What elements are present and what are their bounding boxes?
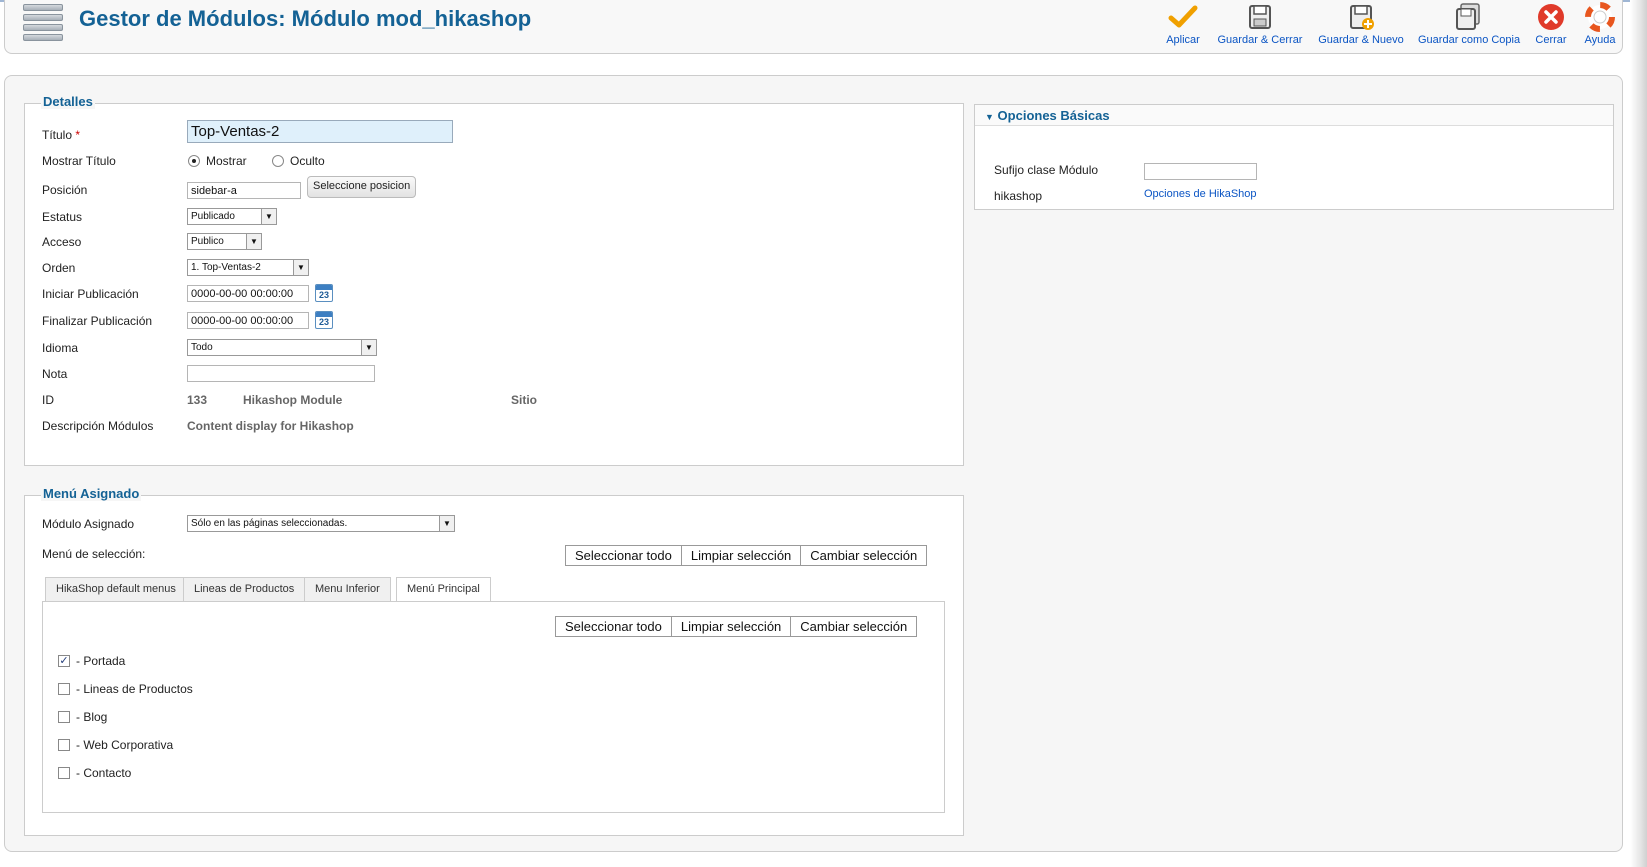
estatus-select[interactable]: Publicado ▼	[187, 208, 277, 225]
menu-tab-content: Seleccionar todo Limpiar selección Cambi…	[42, 601, 945, 813]
estatus-label: Estatus	[42, 210, 83, 224]
tab-selection-buttons: Seleccionar todo Limpiar selección Cambi…	[555, 616, 918, 637]
menu-assignment-fieldset: Menú Asignado Módulo Asignado Sólo en la…	[24, 486, 964, 836]
modulo-asignado-select[interactable]: Sólo en las páginas seleccionadas. ▼	[187, 515, 455, 532]
finalizar-label: Finalizar Publicación	[42, 314, 153, 328]
menu-seleccion-label: Menú de selección:	[42, 547, 146, 561]
close-button[interactable]: Cerrar	[1531, 2, 1571, 46]
save-close-button[interactable]: Guardar & Cerrar	[1217, 2, 1303, 46]
oculto-radio[interactable]	[272, 155, 284, 167]
save-icon	[1249, 5, 1271, 29]
apply-button[interactable]: Aplicar	[1163, 2, 1203, 46]
module-name: Hikashop Module	[243, 393, 343, 407]
nota-label: Nota	[42, 367, 68, 381]
main-content: Detalles Título * Top-Ventas-2 Mostrar T…	[4, 75, 1623, 852]
menu-tabs: HikaShop default menus Lineas de Product…	[42, 577, 945, 603]
tab-menu-principal[interactable]: Menú Principal	[396, 577, 491, 602]
required-marker: *	[75, 128, 81, 142]
client-site: Sitio	[511, 393, 537, 407]
calendar-icon[interactable]: 23	[315, 311, 333, 329]
triangle-down-icon: ▼	[985, 112, 994, 122]
acceso-select[interactable]: Publico ▼	[187, 233, 262, 250]
toggle-selection-button[interactable]: Cambiar selección	[800, 545, 928, 566]
mostrar-option-label: Mostrar	[206, 154, 247, 168]
basic-options-title: Opciones Básicas	[997, 108, 1110, 123]
close-label: Cerrar	[1535, 34, 1567, 46]
details-fieldset: Detalles Título * Top-Ventas-2 Mostrar T…	[24, 94, 964, 466]
menu-selection-buttons: Seleccionar todo Limpiar selección Cambi…	[565, 545, 928, 566]
tab-menu-inferior[interactable]: Menu Inferior	[304, 577, 391, 601]
id-label: ID	[42, 393, 54, 407]
mostrar-titulo-label: Mostrar Título	[42, 154, 116, 168]
oculto-option-label: Oculto	[290, 154, 325, 168]
apply-label: Aplicar	[1166, 34, 1200, 46]
save-close-label: Guardar & Cerrar	[1217, 34, 1303, 46]
descripcion-label: Descripción Módulos	[42, 419, 154, 433]
module-manager-icon	[23, 4, 63, 42]
save-copy-button[interactable]: Guardar como Copia	[1418, 2, 1521, 46]
close-icon	[1538, 4, 1564, 30]
help-button[interactable]: Ayuda	[1582, 2, 1618, 46]
menu-item-label: - Contacto	[76, 766, 132, 780]
menu-item-checkbox[interactable]: ✓	[58, 655, 70, 667]
check-icon	[1168, 5, 1198, 28]
tab-toggle-selection-button[interactable]: Cambiar selección	[790, 616, 918, 637]
menu-item-checkbox[interactable]	[58, 711, 70, 723]
save-copy-label: Guardar como Copia	[1418, 34, 1521, 46]
posicion-label: Posición	[42, 183, 88, 197]
menu-item-label: - Portada	[76, 654, 126, 668]
titulo-input[interactable]: Top-Ventas-2	[187, 120, 453, 143]
tab-hikashop-default-menus[interactable]: HikaShop default menus	[45, 577, 187, 601]
basic-options-panel: ▼ Opciones Básicas Sufijo clase Módulo h…	[974, 104, 1614, 210]
idioma-select[interactable]: Todo ▼	[187, 339, 377, 356]
select-position-button[interactable]: Seleccione posicion	[307, 176, 417, 198]
tab-select-all-button[interactable]: Seleccionar todo	[555, 616, 672, 637]
tab-lineas-de-productos[interactable]: Lineas de Productos	[183, 577, 306, 601]
idioma-label: Idioma	[42, 341, 79, 355]
save-copy-icon	[1456, 3, 1480, 30]
help-label: Ayuda	[1584, 34, 1616, 46]
window-edge	[1630, 0, 1647, 867]
finalizar-input[interactable]: 0000-00-00 00:00:00	[187, 312, 309, 329]
nota-input[interactable]	[187, 365, 375, 382]
chevron-down-icon: ▼	[293, 260, 308, 275]
menu-item-label: - Web Corporativa	[76, 738, 174, 752]
orden-label: Orden	[42, 261, 76, 275]
calendar-icon[interactable]: 23	[315, 284, 333, 302]
posicion-input[interactable]: sidebar-a	[187, 182, 301, 199]
sufijo-label: Sufijo clase Módulo	[994, 163, 1099, 177]
chevron-down-icon: ▼	[261, 209, 276, 224]
menu-item-label: - Lineas de Productos	[76, 682, 193, 696]
orden-select[interactable]: 1. Top-Ventas-2 ▼	[187, 259, 309, 276]
sufijo-input[interactable]	[1144, 163, 1257, 180]
help-icon	[1585, 2, 1615, 32]
chevron-down-icon: ▼	[439, 516, 454, 531]
page-title: Gestor de Módulos: Módulo mod_hikashop	[79, 6, 532, 31]
iniciar-input[interactable]: 0000-00-00 00:00:00	[187, 285, 309, 302]
titulo-label: Título *	[42, 128, 81, 142]
hikashop-options-link[interactable]: Opciones de HikaShop	[1144, 188, 1257, 200]
iniciar-label: Iniciar Publicación	[42, 287, 139, 301]
select-all-button[interactable]: Seleccionar todo	[565, 545, 682, 566]
menu-item-label: - Blog	[76, 710, 108, 724]
basic-options-header[interactable]: ▼ Opciones Básicas	[975, 105, 1613, 126]
mostrar-radio[interactable]	[188, 155, 200, 167]
descripcion-value: Content display for Hikashop	[187, 419, 354, 433]
modulo-asignado-label: Módulo Asignado	[42, 517, 135, 531]
menu-item-checkbox[interactable]	[58, 767, 70, 779]
save-new-label: Guardar & Nuevo	[1318, 34, 1404, 46]
save-new-button[interactable]: Guardar & Nuevo	[1318, 2, 1404, 46]
acceso-label: Acceso	[42, 235, 82, 249]
save-new-icon	[1350, 5, 1374, 30]
menu-item-checkbox[interactable]	[58, 739, 70, 751]
hikashop-label: hikashop	[994, 189, 1043, 203]
chevron-down-icon: ▼	[246, 234, 261, 249]
menu-legend: Menú Asignado	[41, 486, 142, 501]
details-legend: Detalles	[41, 94, 95, 109]
clear-selection-button[interactable]: Limpiar selección	[680, 545, 802, 566]
id-value: 133	[187, 393, 208, 407]
menu-item-checkbox[interactable]	[58, 683, 70, 695]
chevron-down-icon: ▼	[361, 340, 376, 355]
tab-clear-selection-button[interactable]: Limpiar selección	[670, 616, 792, 637]
